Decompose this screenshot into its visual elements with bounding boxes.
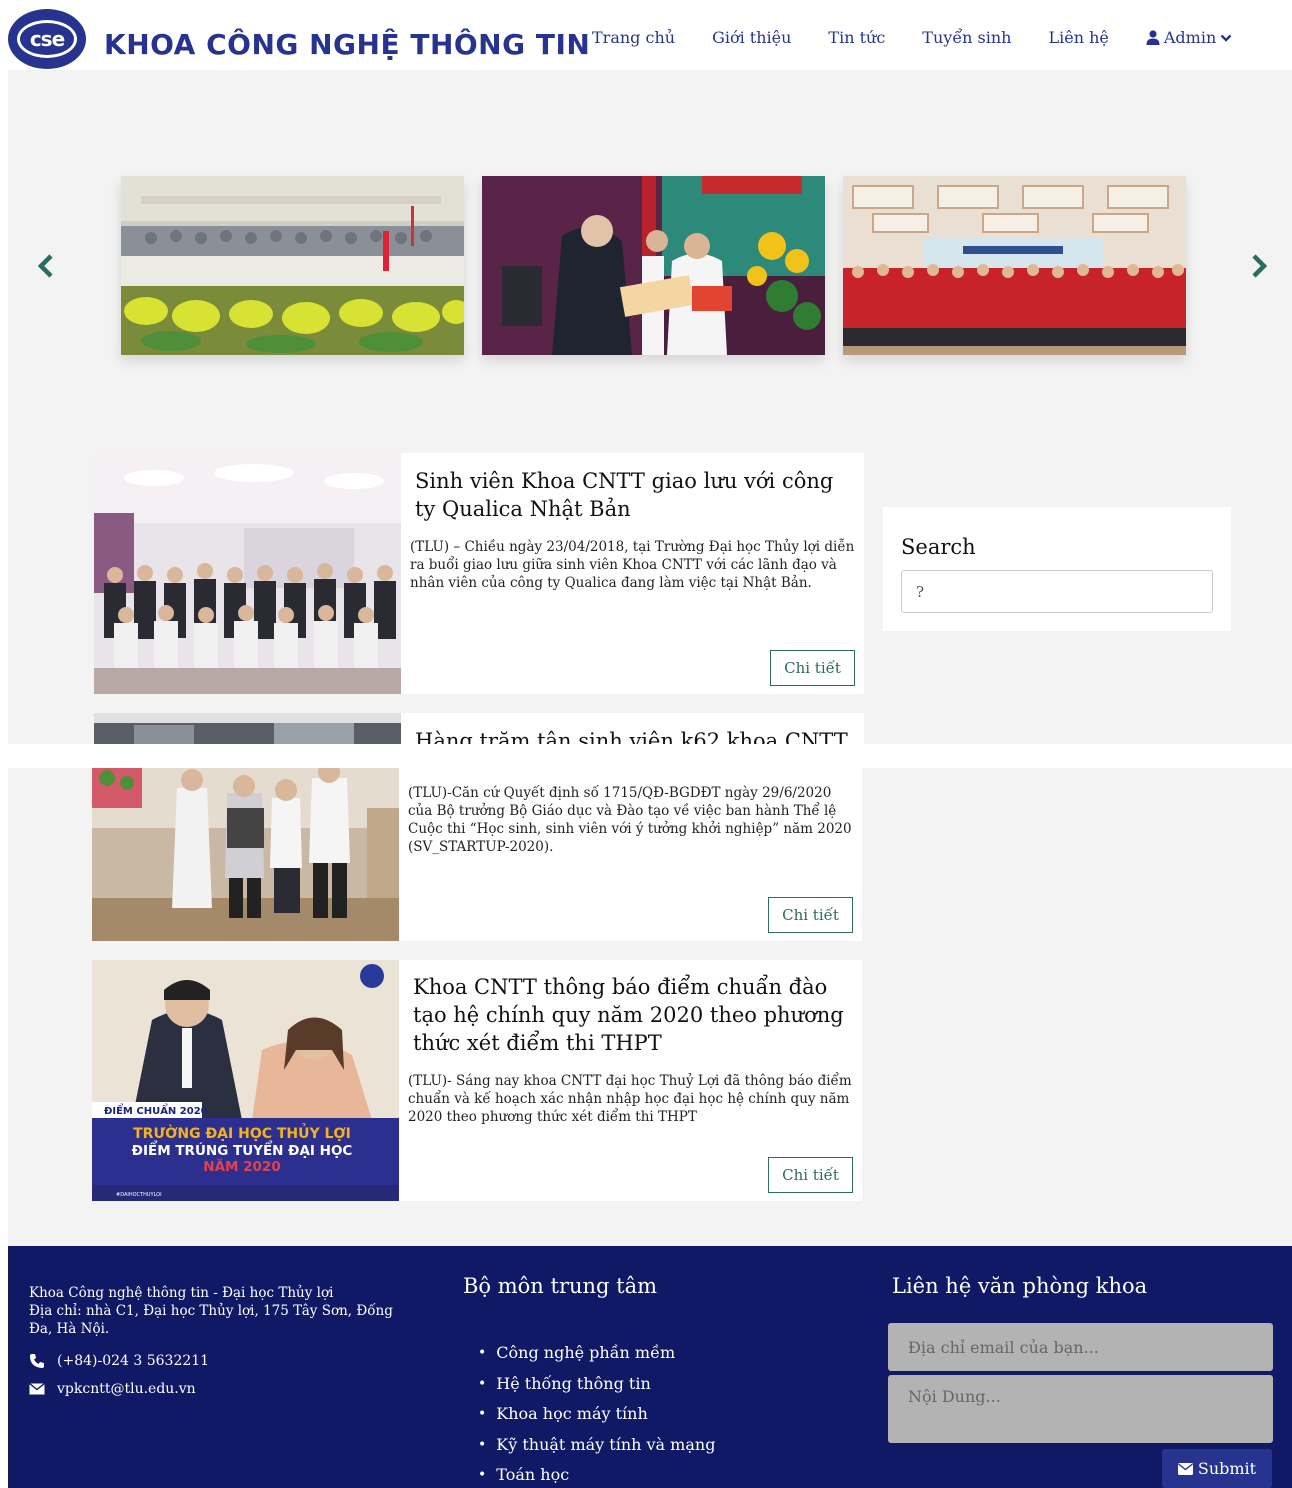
poster-line-3: NĂM 2020 xyxy=(203,1157,280,1175)
news-detail-button[interactable]: Chi tiết xyxy=(768,897,853,933)
screenshot-seam xyxy=(8,744,1292,768)
chevron-left-icon xyxy=(37,254,53,278)
news-detail-button[interactable]: Chi tiết xyxy=(770,650,855,686)
chevron-right-icon xyxy=(1252,254,1268,278)
logo-text: cse xyxy=(17,20,77,58)
contact-title: Liên hệ văn phòng khoa xyxy=(892,1274,1148,1298)
search-input[interactable] xyxy=(901,570,1213,613)
admin-menu[interactable]: Admin xyxy=(1146,28,1236,47)
site-footer: Khoa Công nghệ thông tin - Đại học Thủy … xyxy=(8,1246,1292,1488)
departments-title: Bộ môn trung tâm xyxy=(463,1274,658,1298)
departments-list: Công nghệ phần mềm Hệ thống thông tin Kh… xyxy=(478,1338,715,1488)
news-card: ĐIỂM CHUẨN 2020 TRƯỜNG ĐẠI HỌC THỦY LỢI … xyxy=(92,960,862,1201)
news-detail-button[interactable]: Chi tiết xyxy=(768,1157,853,1193)
chevron-down-icon xyxy=(1220,34,1232,42)
award-ceremony-image xyxy=(482,176,825,355)
news-photo-image xyxy=(92,768,399,941)
news-photo-image xyxy=(94,453,401,694)
footer-phone-text: (+84)-024 3 5632211 xyxy=(57,1353,210,1369)
poster-line-1: TRƯỜNG ĐẠI HỌC THỦY LỢI xyxy=(133,1123,351,1142)
footer-email: vpkcntt@tlu.edu.vn xyxy=(29,1381,196,1397)
department-link[interactable]: Hệ thống thông tin xyxy=(478,1369,715,1400)
news-thumbnail[interactable] xyxy=(94,713,401,744)
nav-gioi-thieu[interactable]: Giới thiệu xyxy=(712,28,791,47)
carousel-slide[interactable] xyxy=(121,176,464,355)
envelope-icon xyxy=(1177,1462,1193,1475)
news-card: (TLU)-Căn cứ Quyết định số 1715/QĐ-BGDĐT… xyxy=(92,768,862,941)
nav-tuyen-sinh[interactable]: Tuyển sinh xyxy=(922,28,1011,47)
news-thumbnail[interactable] xyxy=(92,768,399,941)
poster-footer-text: #DAIHOCTHUYLOI xyxy=(116,1192,162,1198)
nav-tin-tuc[interactable]: Tin tức xyxy=(828,28,885,47)
nav-lien-he[interactable]: Liên hệ xyxy=(1048,28,1108,47)
footer-email-text[interactable]: vpkcntt@tlu.edu.vn xyxy=(57,1381,196,1397)
carousel-prev-button[interactable] xyxy=(32,250,60,282)
news-card: Sinh viên Khoa CNTT giao lưu với công ty… xyxy=(94,453,864,694)
admin-label: Admin xyxy=(1163,28,1217,47)
footer-about: Khoa Công nghệ thông tin - Đại học Thủy … xyxy=(29,1284,409,1338)
news-card-top-part: Hàng trăm tân sinh viên k62 khoa CNTT xyxy=(94,713,864,744)
department-link[interactable]: Toán học xyxy=(478,1460,715,1488)
submit-button[interactable]: Submit xyxy=(1162,1449,1272,1488)
search-title: Search xyxy=(901,535,976,559)
group-photo-image xyxy=(121,176,464,355)
news-title[interactable]: Sinh viên Khoa CNTT giao lưu với công ty… xyxy=(415,467,848,523)
contact-email-field[interactable] xyxy=(888,1323,1273,1371)
main-nav: Trang chủ Giới thiệu Tin tức Tuyển sinh … xyxy=(592,28,1236,47)
footer-address: Địa chỉ: nhà C1, Đại học Thủy lợi, 175 T… xyxy=(29,1303,393,1337)
search-widget: Search xyxy=(883,507,1231,631)
site-logo[interactable]: cse xyxy=(8,9,86,69)
footer-org-name: Khoa Công nghệ thông tin - Đại học Thủy … xyxy=(29,1285,334,1301)
news-description: (TLU)-Căn cứ Quyết định số 1715/QĐ-BGDĐT… xyxy=(408,785,852,855)
site-brand-title: KHOA CÔNG NGHỆ THÔNG TIN xyxy=(104,28,591,61)
carousel-slide[interactable] xyxy=(843,176,1186,355)
news-poster-image: ĐIỂM CHUẨN 2020 TRƯỜNG ĐẠI HỌC THỦY LỢI … xyxy=(92,960,399,1201)
news-title[interactable]: Hàng trăm tân sinh viên k62 khoa CNTT xyxy=(415,727,848,744)
user-icon xyxy=(1146,30,1160,45)
students-red-shirts-image xyxy=(843,176,1186,355)
department-link[interactable]: Công nghệ phần mềm xyxy=(478,1338,715,1369)
carousel-slide[interactable] xyxy=(482,176,825,355)
submit-label: Submit xyxy=(1197,1459,1257,1478)
department-link[interactable]: Khoa học máy tính xyxy=(478,1399,715,1430)
footer-phone: (+84)-024 3 5632211 xyxy=(29,1353,209,1369)
phone-icon xyxy=(29,1353,47,1369)
department-link[interactable]: Kỹ thuật máy tính và mạng xyxy=(478,1430,715,1461)
carousel-next-button[interactable] xyxy=(1245,250,1273,282)
news-thumbnail[interactable]: ĐIỂM CHUẨN 2020 TRƯỜNG ĐẠI HỌC THỦY LỢI … xyxy=(92,960,399,1201)
news-description: (TLU) – Chiều ngày 23/04/2018, tại Trườn… xyxy=(410,539,855,591)
news-photo-image xyxy=(94,713,401,744)
envelope-icon xyxy=(29,1383,47,1395)
news-title[interactable]: Khoa CNTT thông báo điểm chuẩn đào tạo h… xyxy=(413,973,846,1057)
news-description: (TLU)- Sáng nay khoa CNTT đại học Thuỷ L… xyxy=(408,1073,852,1125)
news-thumbnail[interactable] xyxy=(94,453,401,694)
site-header: cse KHOA CÔNG NGHỆ THÔNG TIN Trang chủ G… xyxy=(0,0,1292,70)
nav-trang-chu[interactable]: Trang chủ xyxy=(592,28,675,47)
contact-content-field[interactable] xyxy=(888,1375,1273,1443)
